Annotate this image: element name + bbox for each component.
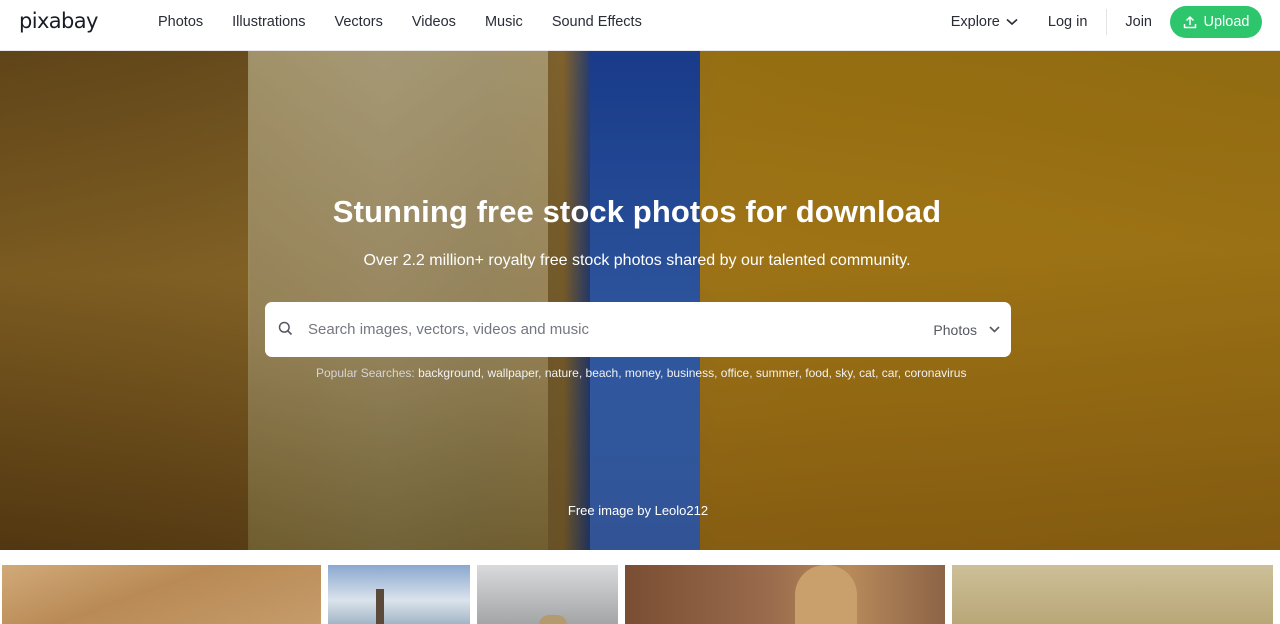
upload-icon [1183,16,1196,29]
image-thumbnail[interactable] [477,565,618,624]
image-thumbnail[interactable] [952,565,1273,624]
popular-term[interactable]: coronavirus [904,366,966,380]
join-link[interactable]: Join [1125,14,1152,30]
nav-vectors[interactable]: Vectors [335,14,383,30]
search-bar: Photos [265,302,1011,357]
hero-title: Stunning free stock photos for download [332,194,942,229]
image-credit: Free image by Leolo212 [0,503,1276,518]
pixabay-logo[interactable]: pixabay [19,9,98,33]
nav-divider [1106,9,1108,35]
explore-menu[interactable]: Explore [951,14,1018,30]
popular-searches-label: Popular Searches: [316,366,419,380]
popular-term[interactable]: sky [835,366,852,380]
search-icon[interactable] [278,321,293,336]
hero-overlay [0,51,1280,550]
nav-photos[interactable]: Photos [158,14,203,30]
image-thumbnail[interactable] [328,565,470,624]
popular-searches: Popular Searches: background, wallpaper,… [316,366,967,380]
popular-term[interactable]: nature [545,366,579,380]
media-type-label: Photos [933,321,977,338]
login-link[interactable]: Log in [1048,14,1088,30]
main-nav: Photos Illustrations Vectors Videos Musi… [158,0,671,44]
image-thumbnail[interactable] [2,565,321,624]
media-type-select[interactable]: Photos [933,302,1000,357]
popular-term[interactable]: summer [756,366,799,380]
nav-sound-effects[interactable]: Sound Effects [552,14,642,30]
top-header: pixabay Photos Illustrations Vectors Vid… [0,0,1280,51]
popular-term[interactable]: business [667,366,714,380]
popular-term[interactable]: cat [859,366,875,380]
popular-term[interactable]: wallpaper [487,366,538,380]
account-nav: Explore Log in Join Upload [951,0,1262,44]
popular-term[interactable]: food [805,366,828,380]
chevron-down-icon [989,326,1000,333]
credit-prefix: Free image by [567,503,655,518]
popular-term[interactable]: money [625,366,660,380]
thumb-shape [795,565,857,624]
image-thumbnail[interactable] [625,565,945,624]
popular-term[interactable]: car [882,366,898,380]
popular-term[interactable]: background [418,366,481,380]
nav-music[interactable]: Music [485,14,523,30]
popular-term[interactable]: office [721,366,749,380]
hero-subtitle: Over 2.2 million+ royalty free stock pho… [363,252,911,269]
image-grid [0,565,1280,624]
chevron-down-icon [1006,18,1018,26]
tower-shape [376,589,384,624]
upload-button[interactable]: Upload [1170,6,1262,38]
nav-illustrations[interactable]: Illustrations [232,14,305,30]
hero-banner: Stunning free stock photos for download … [0,51,1280,550]
credit-author-link[interactable]: Leolo212 [655,503,709,518]
thumb-shape [539,615,567,624]
search-input[interactable] [308,302,908,357]
nav-videos[interactable]: Videos [412,14,456,30]
upload-label: Upload [1203,14,1250,30]
popular-term[interactable]: beach [586,366,619,380]
explore-label: Explore [950,14,1000,30]
